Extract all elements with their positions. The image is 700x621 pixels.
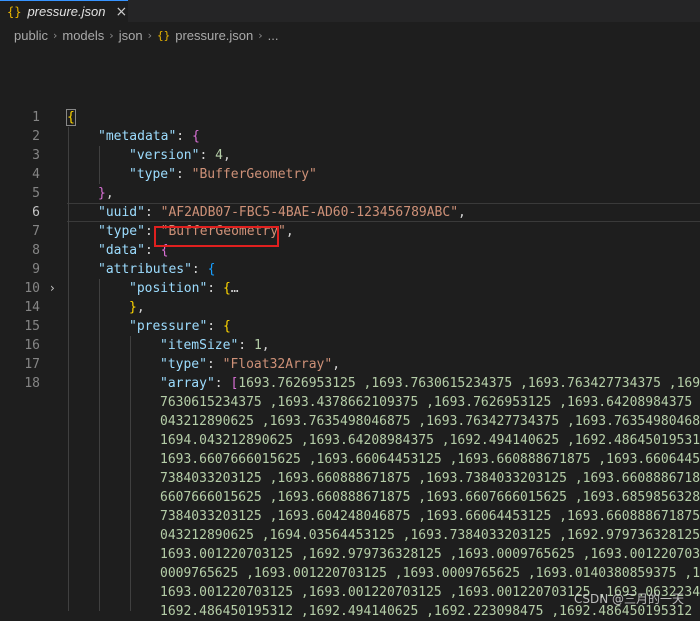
chevron-right-icon: › (147, 28, 152, 42)
line-number: 7 (32, 224, 40, 239)
json-key: "version" (129, 148, 200, 163)
indent-guide (130, 336, 131, 611)
tab-pressure-json[interactable]: {} pressure.json × (0, 0, 128, 22)
code-line: "attributes": { (98, 262, 216, 277)
breadcrumb-item-json[interactable]: json (119, 28, 143, 43)
brace-open: { (66, 109, 76, 126)
line-number: 3 (32, 148, 40, 163)
array-wrap-line: 1694.043212890625 ,1693.64208984375 ,169… (160, 433, 700, 448)
json-string: "BufferGeometry" (191, 167, 317, 182)
itemsize-highlight-box (154, 226, 279, 247)
line-number: 1 (32, 110, 40, 125)
code-editor[interactable]: 1 2 3 4 5 6 7 8 9 10 14 15 16 17 18 › { … (0, 108, 700, 619)
json-key: "data" (98, 243, 145, 258)
array-wrap-line: 0009765625 ,1693.001220703125 ,1693.0009… (160, 566, 700, 581)
line-number: 9 (32, 262, 40, 277)
json-key: "array" (160, 376, 215, 391)
array-wrap-line: 1693.6607666015625 ,1693.66064453125 ,16… (160, 452, 700, 467)
chevron-right-icon: › (109, 28, 114, 42)
brace-open: { (222, 319, 231, 334)
array-wrap-line: 7384033203125 ,1693.604248046875 ,1693.6… (160, 509, 700, 524)
json-file-icon: {} (7, 4, 22, 19)
indent-guide (99, 279, 100, 611)
array-wrap-line: 7630615234375 ,1693.4378662109375 ,1693.… (160, 395, 700, 410)
tab-bar: {} pressure.json × (0, 0, 700, 22)
code-line: "itemSize": 1, (160, 338, 270, 353)
code-line-folded: "position": {… (129, 281, 239, 296)
code-line: }, (98, 186, 114, 201)
chevron-right-icon: › (258, 28, 263, 42)
line-number: 4 (32, 167, 40, 182)
chevron-right-icon: › (52, 28, 58, 42)
array-wrap-line: 6607666015625 ,1693.660888671875 ,1693.6… (160, 490, 700, 505)
code-line: "type": "Float32Array", (160, 357, 341, 372)
array-values: 1693.7626953125 ,1693.7630615234375 ,169… (238, 376, 700, 391)
array-wrap-line: 1693.001220703125 ,1692.979736328125 ,16… (160, 547, 700, 562)
tab-title: pressure.json (27, 4, 106, 19)
array-wrap-line: 043212890625 ,1694.03564453125 ,1693.738… (160, 528, 700, 543)
breadcrumb-item-public[interactable]: public (14, 28, 48, 43)
json-key: "uuid" (98, 205, 145, 220)
line-number: 18 (24, 376, 40, 391)
json-key: "position" (129, 281, 208, 296)
line-number-active: 6 (32, 205, 40, 220)
code-line: }, (129, 300, 145, 315)
code-line: "metadata": { (98, 129, 200, 144)
indent-guide (99, 146, 100, 184)
brace-open: { (191, 129, 200, 144)
json-key: "attributes" (98, 262, 192, 277)
line-number: 14 (24, 300, 40, 315)
line-number: 16 (24, 338, 40, 353)
json-key: "type" (129, 167, 176, 182)
brace-open: { (207, 262, 216, 277)
json-number: 4 (215, 148, 223, 163)
line-number: 10 (24, 281, 40, 296)
breadcrumb: public › models › json › {} pressure.jso… (14, 26, 279, 44)
brace-open: { (222, 281, 231, 296)
array-wrap-line: 7384033203125 ,1693.660888671875 ,1693.7… (160, 471, 700, 486)
fold-chevron-icon[interactable]: › (50, 279, 55, 298)
code-line: "array": [1693.7626953125 ,1693.76306152… (160, 374, 700, 393)
json-key: "itemSize" (160, 338, 239, 353)
breadcrumb-item-symbol[interactable]: ... (268, 28, 279, 43)
json-key: "type" (160, 357, 207, 372)
watermark: CSDN @三月的一天 (574, 592, 685, 606)
line-number: 8 (32, 243, 40, 258)
brace-close: } (98, 186, 106, 201)
code-line-active: "uuid": "AF2ADB07-FBC5-4BAE-AD60-1234567… (98, 205, 466, 220)
line-number: 2 (32, 129, 40, 144)
array-wrap-line: 043212890625 ,1693.7635498046875 ,1693.7… (160, 414, 700, 429)
code-line: "version": 4, (129, 148, 231, 163)
collapsed-ellipsis: … (230, 281, 239, 296)
json-number: 1 (253, 338, 262, 353)
indent-guide (68, 127, 69, 611)
json-file-icon: {} (156, 28, 171, 42)
line-number: 17 (24, 357, 40, 372)
json-key: "pressure" (129, 319, 208, 334)
line-number: 5 (32, 186, 40, 201)
json-string: "AF2ADB07-FBC5-4BAE-AD60-123456789ABC" (160, 205, 459, 220)
code-line: "type": "BufferGeometry" (129, 167, 317, 182)
json-string: "Float32Array" (222, 357, 333, 372)
breadcrumb-item-file[interactable]: pressure.json (175, 28, 253, 43)
json-key: "metadata" (98, 129, 177, 144)
json-key: "type" (98, 224, 145, 239)
brace-close: } (129, 300, 137, 315)
close-icon[interactable]: × (116, 4, 128, 20)
breadcrumb-item-models[interactable]: models (62, 28, 104, 43)
code-line: { (66, 108, 76, 127)
code-line: "pressure": { (129, 319, 231, 334)
line-number: 15 (24, 319, 40, 334)
